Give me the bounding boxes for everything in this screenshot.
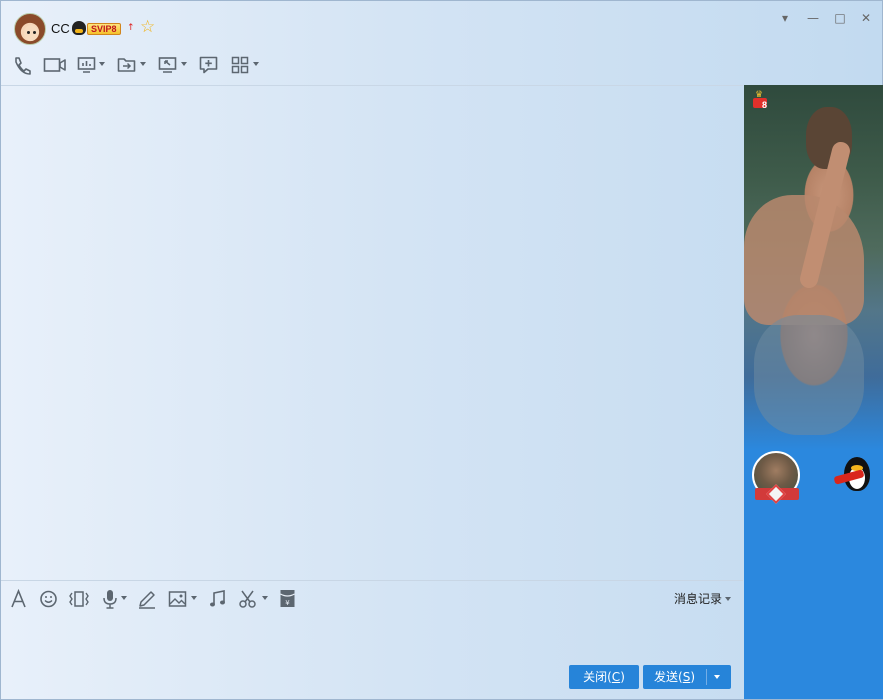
close-label-tail: ) (620, 670, 625, 684)
chevron-down-icon (725, 597, 732, 601)
screen-share-icon[interactable] (77, 53, 105, 77)
message-history-link[interactable]: 消息记录 (674, 590, 732, 607)
apps-grid-icon[interactable] (231, 53, 259, 77)
remote-assist-icon[interactable] (158, 53, 187, 77)
avatar-eye (33, 31, 36, 34)
profile-show-photo[interactable] (744, 85, 883, 450)
new-chat-icon[interactable] (199, 53, 219, 77)
title-bar: CC SVIP8 ↑ ☆ ▾ — □ ✕ (1, 1, 882, 49)
close-label: 关闭( (583, 670, 612, 684)
file-transfer-icon[interactable] (117, 53, 146, 77)
send-label: 发送( (654, 670, 683, 684)
chevron-down-icon (121, 596, 127, 600)
vip-upgrade-arrow-icon: ↑ (127, 23, 135, 33)
close-hotkey: C (611, 670, 621, 684)
shake-window-icon[interactable] (68, 587, 90, 611)
voice-message-icon[interactable] (101, 587, 127, 611)
chevron-down-icon (99, 62, 105, 66)
star-icon[interactable]: ☆ (140, 17, 155, 37)
chevron-down-icon (181, 62, 187, 66)
photo-reflection (754, 315, 864, 435)
music-icon[interactable] (208, 587, 228, 611)
close-window-button[interactable]: ✕ (857, 10, 875, 26)
maximize-button[interactable]: □ (831, 10, 849, 26)
vip-level-badge[interactable]: SVIP8 (87, 23, 121, 35)
font-icon[interactable] (9, 587, 29, 611)
qq-penguin-icon[interactable] (833, 455, 874, 495)
message-input[interactable] (1, 615, 743, 665)
chat-window: CC SVIP8 ↑ ☆ ▾ — □ ✕ ¥ 消息记录 关闭(C) 发送(S) … (0, 0, 883, 700)
close-chat-button[interactable]: 关闭(C) (569, 665, 639, 689)
screenshot-icon[interactable] (238, 587, 268, 611)
chevron-down-icon (253, 62, 259, 66)
contact-show-panel: ♛ 8 (744, 85, 883, 699)
video-call-icon[interactable] (43, 53, 67, 77)
avatar-eye (27, 31, 30, 34)
red-packet-icon[interactable]: ¥ (279, 587, 297, 611)
send-options-dropdown[interactable] (704, 665, 730, 689)
qq-vip-icon[interactable] (72, 21, 86, 35)
image-icon[interactable] (168, 587, 197, 611)
input-divider[interactable] (1, 580, 743, 581)
message-history-label: 消息记录 (674, 592, 723, 606)
contact-avatar[interactable] (14, 13, 46, 45)
chevron-down-icon (140, 62, 146, 66)
window-menu-button[interactable]: ▾ (776, 10, 794, 26)
contact-name[interactable]: CC (51, 21, 70, 36)
chevron-down-icon (191, 596, 197, 600)
message-history-area[interactable] (1, 86, 743, 580)
minimize-button[interactable]: — (804, 10, 822, 26)
doodle-icon[interactable] (137, 587, 157, 611)
chevron-down-icon (262, 596, 268, 600)
gift-count: 8 (762, 100, 768, 110)
send-label-tail: ) (690, 670, 695, 684)
svg-text:¥: ¥ (285, 599, 290, 607)
phone-icon[interactable] (11, 53, 33, 77)
gift-icon[interactable]: ♛ 8 (752, 91, 770, 110)
emoji-icon[interactable] (39, 587, 59, 611)
